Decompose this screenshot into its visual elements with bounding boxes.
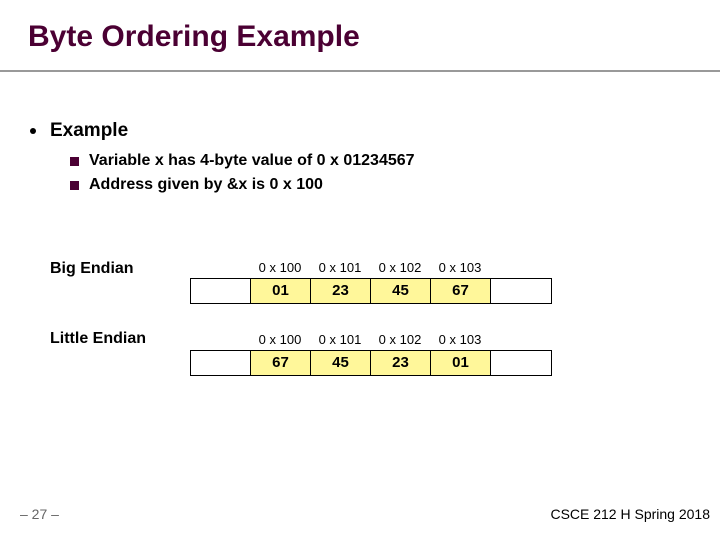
addr-cell: 0 x 100 xyxy=(250,260,310,275)
byte-cell xyxy=(191,351,251,375)
byte-cell: 67 xyxy=(431,279,491,303)
addr-cell: 0 x 100 xyxy=(250,332,310,347)
addr-cell: 0 x 101 xyxy=(310,332,370,347)
byte-cell: 67 xyxy=(251,351,311,375)
title-underline xyxy=(0,70,720,72)
sub-bullet-text-0: Variable x has 4-byte value of 0 x 01234… xyxy=(89,152,415,170)
byte-cell: 01 xyxy=(431,351,491,375)
big-endian-label: Big Endian xyxy=(50,260,134,278)
sub-bullets: Variable x has 4-byte value of 0 x 01234… xyxy=(70,152,415,200)
bullet-dot-icon xyxy=(30,128,36,134)
byte-cell xyxy=(191,279,251,303)
byte-cell xyxy=(491,279,551,303)
little-endian-label: Little Endian xyxy=(50,330,146,348)
square-bullet-icon xyxy=(70,181,79,190)
sub-bullet-row: Variable x has 4-byte value of 0 x 01234… xyxy=(70,152,415,170)
byte-cell: 23 xyxy=(371,351,431,375)
footer-text: CSCE 212 H Spring 2018 xyxy=(550,506,710,522)
addr-cell: 0 x 102 xyxy=(370,260,430,275)
square-bullet-icon xyxy=(70,157,79,166)
byte-cell: 45 xyxy=(311,351,371,375)
byte-cell: 23 xyxy=(311,279,371,303)
little-endian-bytes: 67 45 23 01 xyxy=(190,350,552,376)
slide-title: Byte Ordering Example xyxy=(28,20,360,54)
addr-cell: 0 x 102 xyxy=(370,332,430,347)
byte-cell xyxy=(491,351,551,375)
slide: Byte Ordering Example Example Variable x… xyxy=(0,0,720,540)
addr-cell: 0 x 103 xyxy=(430,260,490,275)
bullet-example-text: Example xyxy=(50,120,128,142)
addr-cell: 0 x 103 xyxy=(430,332,490,347)
little-endian-addresses: 0 x 100 0 x 101 0 x 102 0 x 103 xyxy=(250,332,490,347)
big-endian-addresses: 0 x 100 0 x 101 0 x 102 0 x 103 xyxy=(250,260,490,275)
sub-bullet-text-1: Address given by &x is 0 x 100 xyxy=(89,176,323,194)
big-endian-bytes: 01 23 45 67 xyxy=(190,278,552,304)
addr-cell: 0 x 101 xyxy=(310,260,370,275)
byte-cell: 01 xyxy=(251,279,311,303)
sub-bullet-row: Address given by &x is 0 x 100 xyxy=(70,176,415,194)
page-number: – 27 – xyxy=(20,506,59,522)
bullet-example: Example xyxy=(30,120,128,142)
byte-cell: 45 xyxy=(371,279,431,303)
